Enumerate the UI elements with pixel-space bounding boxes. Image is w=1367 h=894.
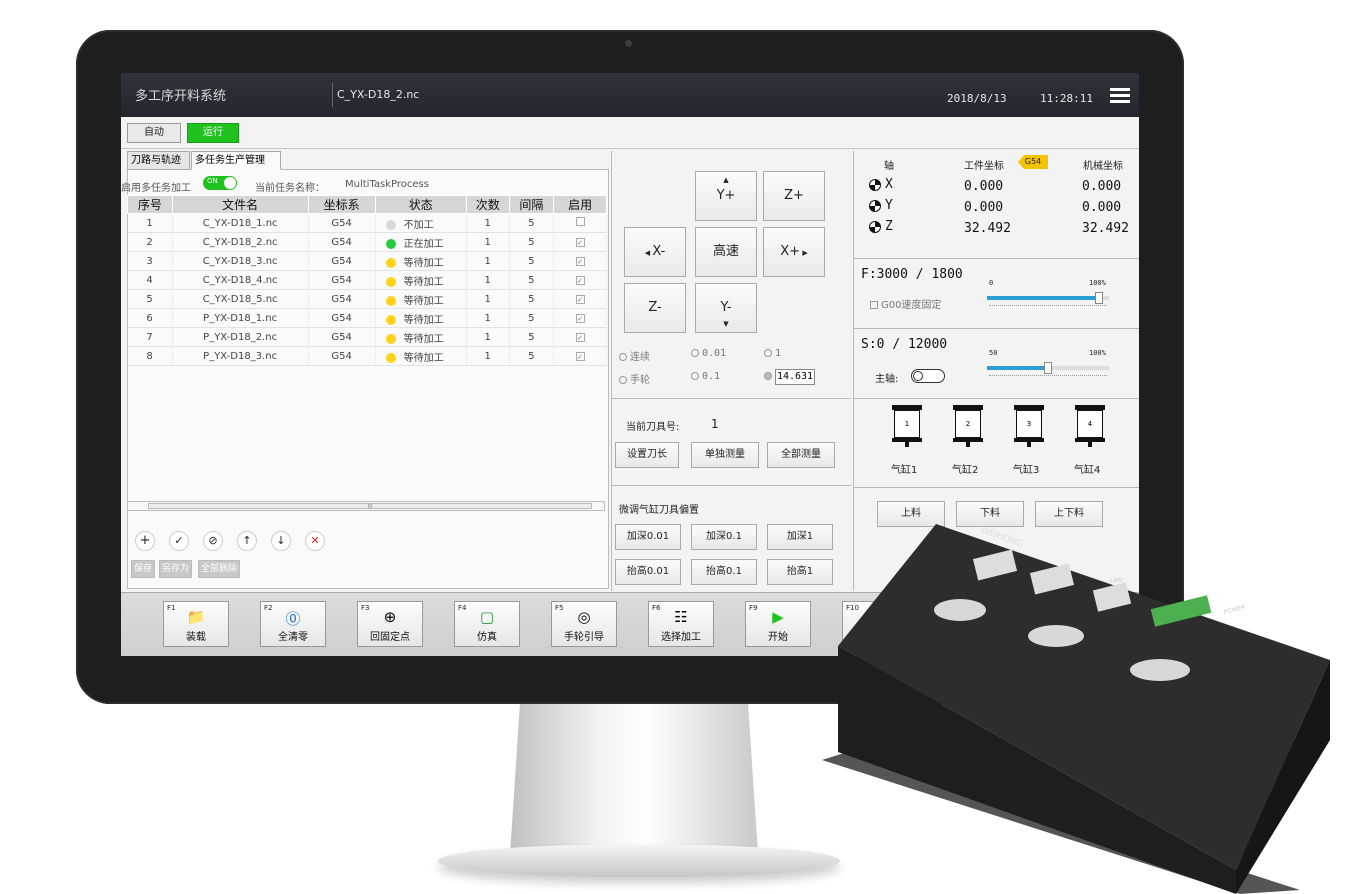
product-stage: 多工序开料系统 C_YX-D18_2.nc 2018/8/13 11:28:11…	[0, 0, 1367, 894]
serial-port-icon	[1028, 625, 1084, 647]
serial-port-icon	[1130, 659, 1190, 681]
serial-port-icon	[934, 599, 986, 621]
lan-label: LAN	[1110, 577, 1122, 584]
control-box-illustration: WEIHONG LAN POWER	[822, 524, 1330, 894]
power-label: POWER	[1223, 604, 1246, 616]
